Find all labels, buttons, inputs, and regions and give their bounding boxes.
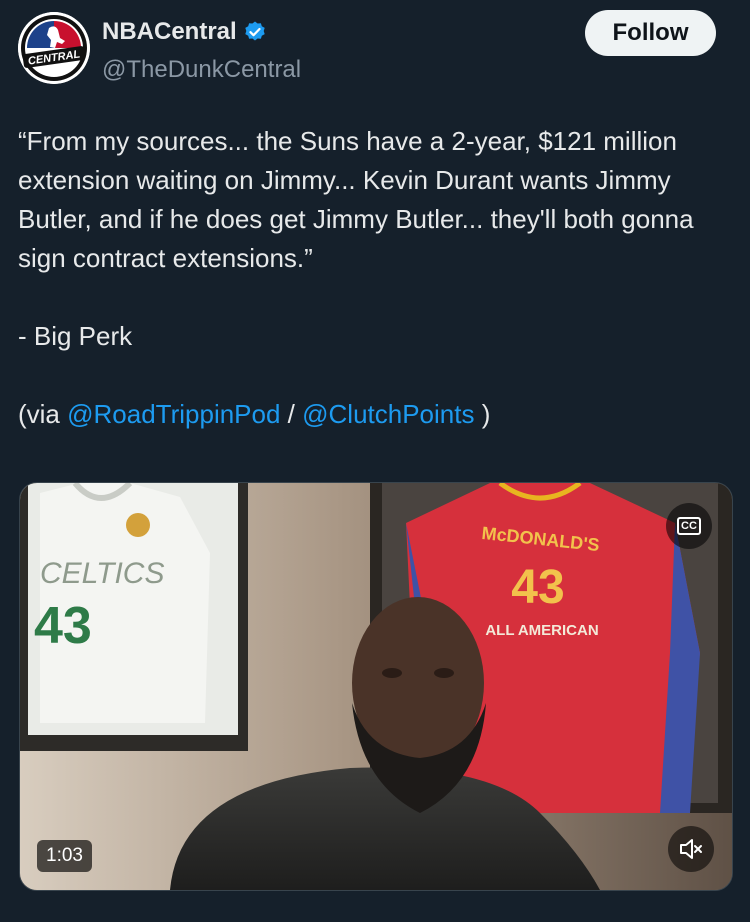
mute-toggle-button[interactable]	[668, 826, 714, 872]
tweet-attribution: - Big Perk	[18, 321, 133, 351]
video-player[interactable]: CELTICS 43 McDONALD'S 43 ALL AMERICAN CC…	[19, 482, 733, 891]
tweet-text: “From my sources... the Suns have a 2-ye…	[18, 122, 730, 434]
tweet-quote: “From my sources... the Suns have a 2-ye…	[18, 126, 701, 273]
follow-button[interactable]: Follow	[585, 10, 716, 56]
jersey-right-number: 43	[511, 561, 564, 614]
speaker-muted-icon	[680, 839, 702, 859]
mention-clutchpoints[interactable]: @ClutchPoints	[302, 399, 474, 429]
verified-badge-icon	[243, 20, 267, 44]
handle[interactable]: @TheDunkCentral	[102, 56, 301, 84]
jersey-team-text: CELTICS	[40, 557, 164, 590]
mention-roadtrippinpod[interactable]: @RoadTrippinPod	[67, 399, 280, 429]
avatar[interactable]: CENTRAL	[18, 12, 90, 84]
closed-captions-button[interactable]: CC	[666, 503, 712, 549]
author-names: NBACentral @TheDunkCentral	[102, 18, 301, 84]
jersey-caption-text: ALL AMERICAN	[485, 622, 598, 639]
tweet-header: CENTRAL NBACentral @TheDunkCentral Follo…	[18, 10, 716, 88]
video-duration: 1:03	[37, 840, 92, 872]
video-frame: CELTICS 43 McDONALD'S 43 ALL AMERICAN	[20, 483, 732, 890]
via-separator: /	[280, 399, 303, 429]
jersey-left-number: 43	[34, 597, 92, 655]
closed-captions-icon: CC	[677, 517, 701, 535]
via-suffix: )	[474, 399, 491, 429]
via-prefix: (via	[18, 399, 68, 429]
nba-central-logo: CENTRAL	[18, 12, 90, 84]
display-name[interactable]: NBACentral	[102, 18, 237, 46]
